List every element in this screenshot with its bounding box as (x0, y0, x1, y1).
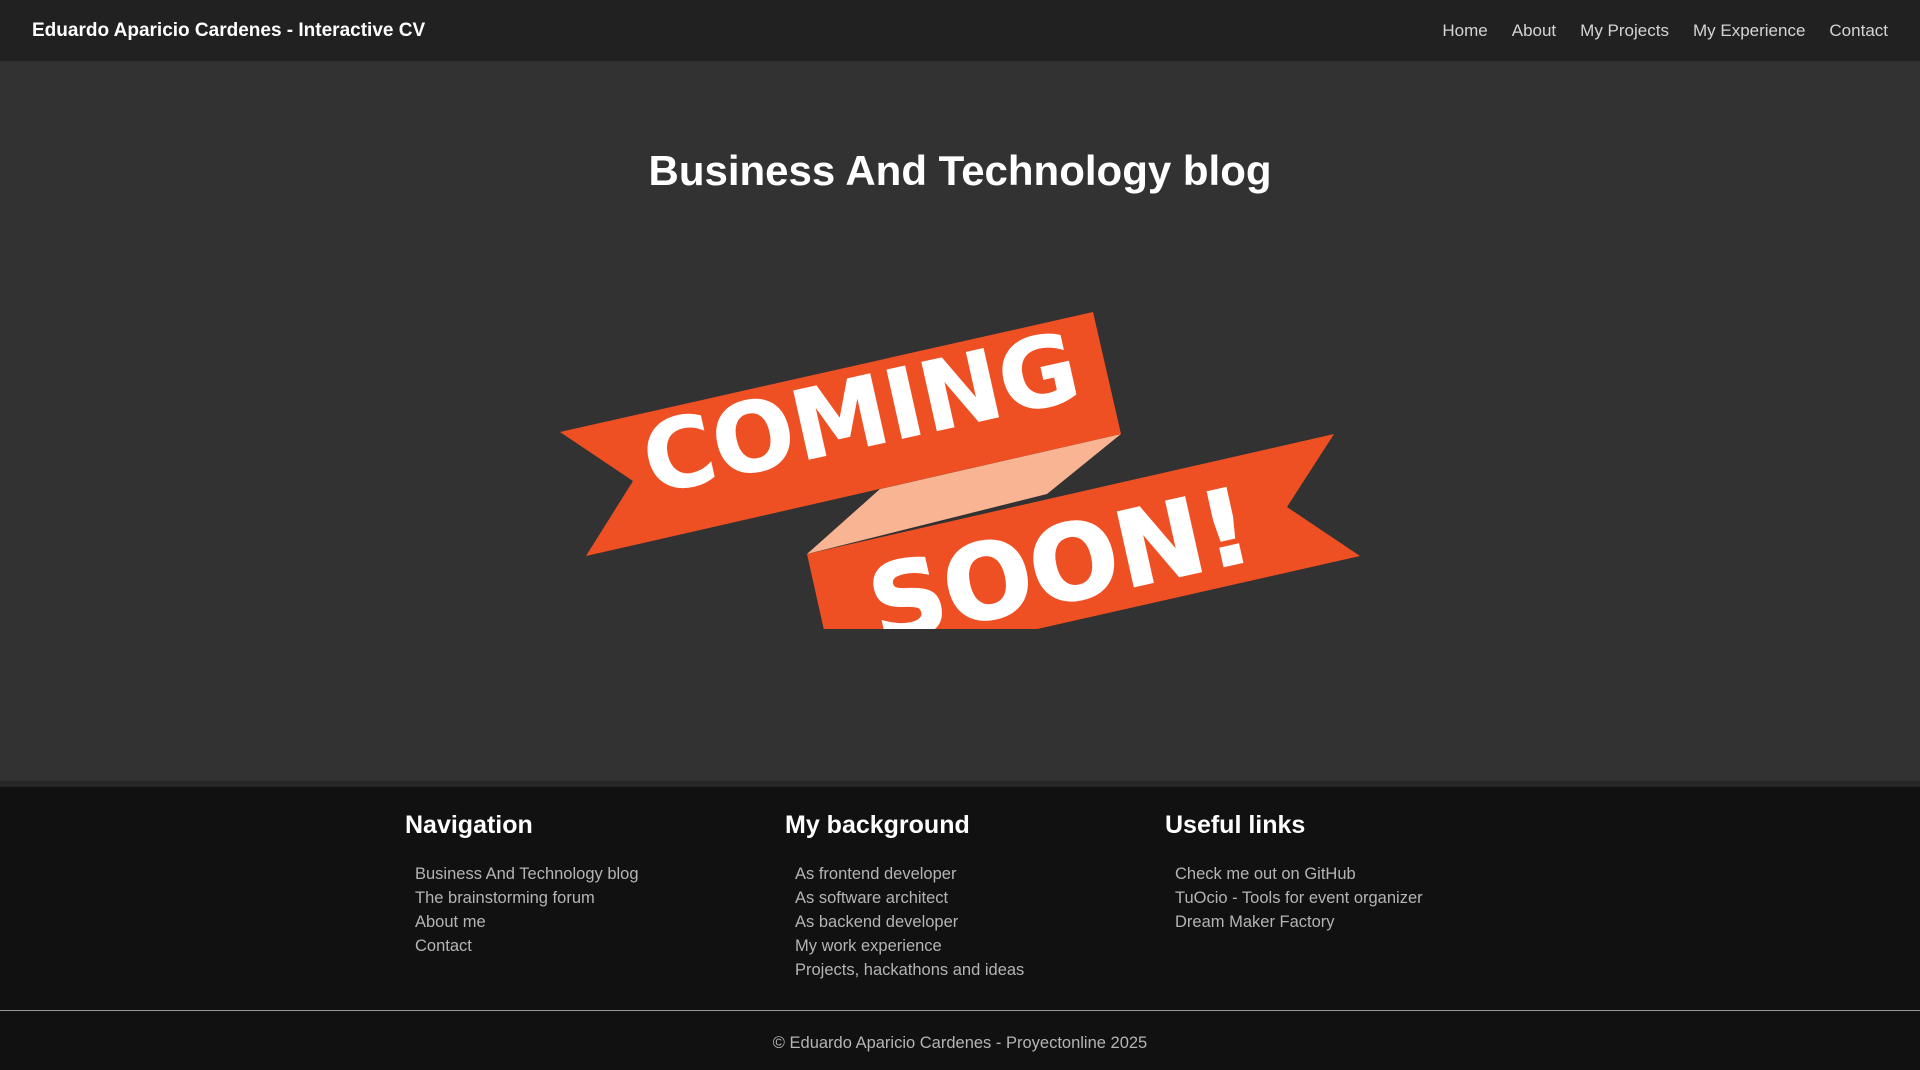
nav-links: Home About My Projects My Experience Con… (1418, 21, 1888, 41)
footer-useful-links-column: Useful links Check me out on GitHub TuOc… (1165, 811, 1525, 934)
footer-link-experience[interactable]: My work experience (795, 934, 1145, 958)
footer-navigation-list: Business And Technology blog The brainst… (405, 862, 765, 958)
footer-link-about[interactable]: About me (415, 910, 765, 934)
footer-useful-links-list: Check me out on GitHub TuOcio - Tools fo… (1165, 862, 1525, 934)
footer-background-heading: My background (785, 811, 970, 839)
footer-navigation-column: Navigation Business And Technology blog … (405, 811, 765, 958)
footer-link-tuocio[interactable]: TuOcio - Tools for event organizer (1175, 886, 1525, 910)
footer-link-frontend[interactable]: As frontend developer (795, 862, 1145, 886)
footer-background-column: My background As frontend developer As s… (785, 811, 1145, 982)
footer-link-architect[interactable]: As software architect (795, 886, 1145, 910)
footer-link-forum[interactable]: The brainstorming forum (415, 886, 765, 910)
site-footer: Navigation Business And Technology blog … (0, 781, 1920, 1070)
coming-soon-banner: COMING SOON! (560, 310, 1360, 629)
footer-navigation-heading: Navigation (405, 811, 533, 839)
footer-useful-links-heading: Useful links (1165, 811, 1306, 839)
nav-link-about[interactable]: About (1512, 21, 1556, 41)
footer-link-blog[interactable]: Business And Technology blog (415, 862, 765, 886)
site-brand[interactable]: Eduardo Aparicio Cardenes - Interactive … (32, 20, 425, 42)
footer-link-dream-maker[interactable]: Dream Maker Factory (1175, 910, 1525, 934)
nav-link-experience[interactable]: My Experience (1693, 21, 1805, 41)
footer-link-projects[interactable]: Projects, hackathons and ideas (795, 958, 1145, 982)
nav-link-projects[interactable]: My Projects (1580, 21, 1669, 41)
nav-link-contact[interactable]: Contact (1829, 21, 1888, 41)
main-content: Business And Technology blog COMING SOON… (0, 61, 1920, 781)
copyright-text: © Eduardo Aparicio Cardenes - Proyectonl… (772, 1034, 1148, 1052)
footer-divider (0, 1010, 1920, 1011)
top-navbar: Eduardo Aparicio Cardenes - Interactive … (0, 0, 1920, 61)
page-title: Business And Technology blog (648, 147, 1272, 194)
nav-link-home[interactable]: Home (1442, 21, 1487, 41)
footer-link-contact[interactable]: Contact (415, 934, 765, 958)
footer-link-github[interactable]: Check me out on GitHub (1175, 862, 1525, 886)
footer-link-backend[interactable]: As backend developer (795, 910, 1145, 934)
footer-background-list: As frontend developer As software archit… (785, 862, 1145, 982)
